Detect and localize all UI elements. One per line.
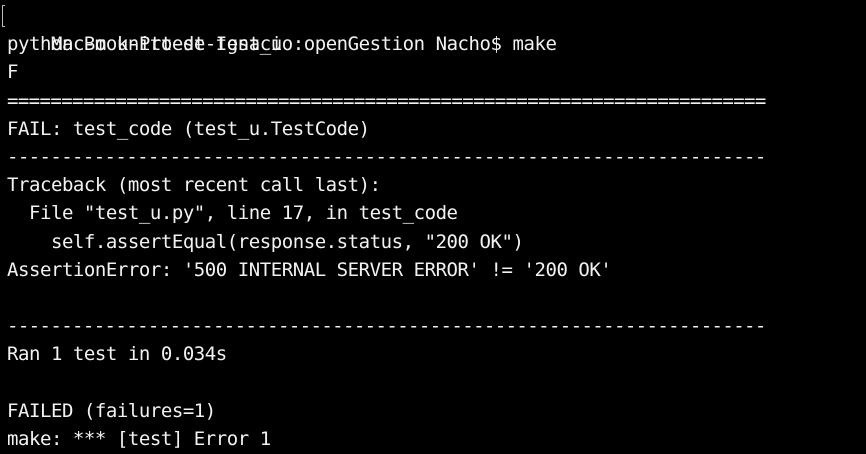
prompt-text: MacBook-Pro-de-Ignacio:openGestion Nacho…	[50, 33, 557, 56]
terminal-window[interactable]: MacBook-Pro-de-Ignacio:openGestion Nacho…	[0, 0, 866, 454]
double-rule-divider: ========================================…	[7, 89, 766, 112]
traceback-header: Traceback (most recent call last):	[7, 174, 381, 197]
test-result-char: F	[7, 61, 18, 84]
traceback-code-line: self.assertEqual(response.status, "200 O…	[7, 230, 524, 253]
ran-summary-line: Ran 1 test in 0.034s	[7, 343, 227, 366]
failed-summary-line: FAILED (failures=1)	[7, 399, 216, 422]
prompt-mark-icon	[2, 5, 5, 27]
prompt-line: MacBook-Pro-de-Ignacio:openGestion Nacho…	[2, 2, 866, 55]
traceback-file-line: File "test_u.py", line 17, in test_code	[7, 202, 458, 225]
fail-header: FAIL: test_code (test_u.TestCode)	[7, 117, 370, 140]
single-rule-divider-2: ----------------------------------------…	[7, 315, 766, 338]
single-rule-divider-1: ----------------------------------------…	[7, 145, 766, 168]
make-error-line: make: *** [test] Error 1	[7, 427, 271, 450]
assertion-error-line: AssertionError: '500 INTERNAL SERVER ERR…	[7, 258, 612, 281]
